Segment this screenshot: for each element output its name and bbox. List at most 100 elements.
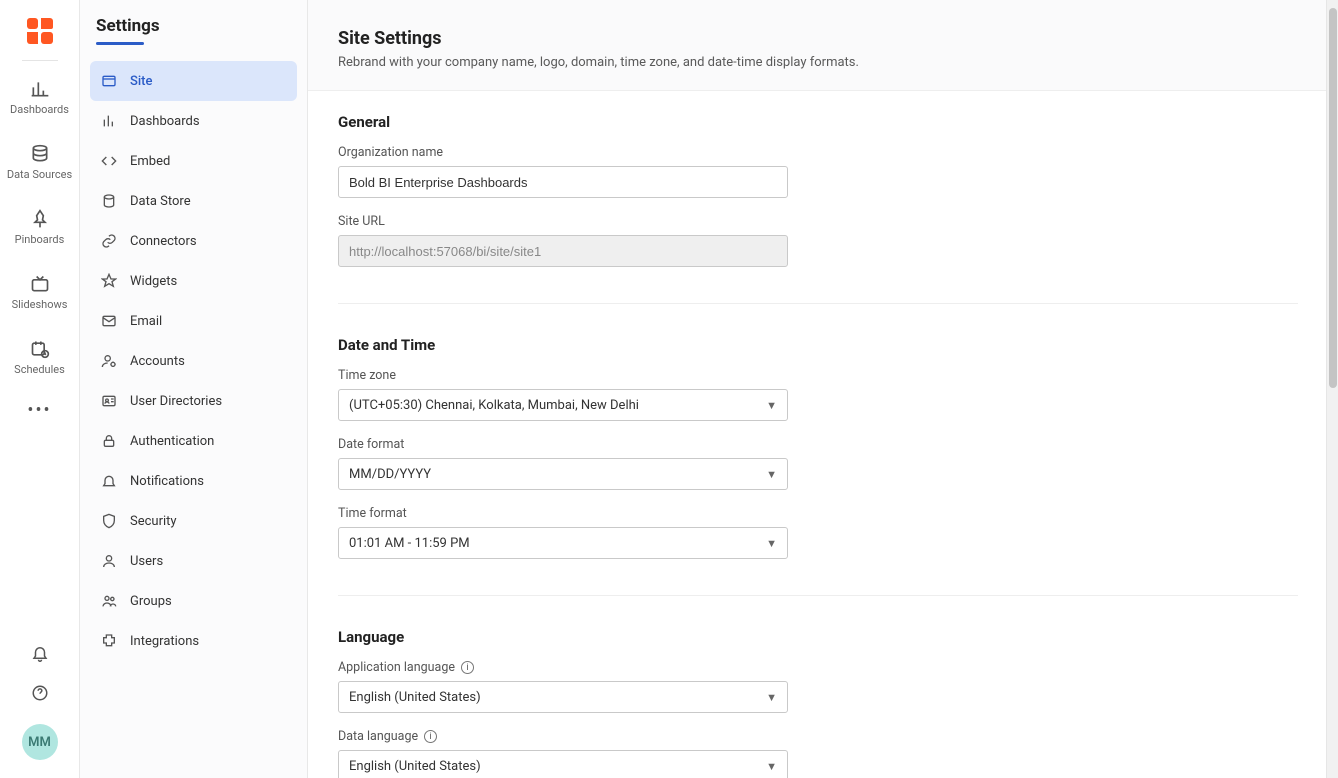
shield-icon bbox=[100, 513, 118, 529]
info-icon[interactable]: i bbox=[424, 730, 437, 743]
rail-item-dashboards[interactable]: Dashboards bbox=[0, 75, 79, 120]
help-icon[interactable] bbox=[31, 684, 49, 706]
label-text: Application language bbox=[338, 660, 455, 675]
user-icon bbox=[100, 553, 118, 569]
subnav-item-label: Email bbox=[130, 314, 162, 329]
date-format-select[interactable]: MM/DD/YYYY ▼ bbox=[338, 458, 788, 490]
rail-item-label: Slideshows bbox=[12, 298, 68, 311]
user-avatar[interactable]: MM bbox=[22, 724, 58, 760]
label-text: Data language bbox=[338, 729, 418, 744]
rail-item-slideshows[interactable]: Slideshows bbox=[0, 270, 79, 315]
link-icon bbox=[100, 233, 118, 249]
page-subtitle: Rebrand with your company name, logo, do… bbox=[338, 55, 1296, 70]
subnav-item-label: Authentication bbox=[130, 434, 214, 449]
subnav-item-groups[interactable]: Groups bbox=[90, 581, 297, 621]
rail-item-pinboards[interactable]: Pinboards bbox=[0, 205, 79, 250]
subnav-item-site[interactable]: Site bbox=[90, 61, 297, 101]
subnav-item-embed[interactable]: Embed bbox=[90, 141, 297, 181]
star-icon bbox=[100, 273, 118, 289]
subnav-item-users[interactable]: Users bbox=[90, 541, 297, 581]
section-heading: Date and Time bbox=[338, 336, 1296, 354]
database-icon bbox=[30, 144, 50, 164]
more-icon[interactable]: ••• bbox=[27, 400, 51, 421]
pin-icon bbox=[30, 209, 50, 229]
field-label-timefmt: Time format bbox=[338, 506, 1296, 521]
field-label-applang: Application language i bbox=[338, 660, 1296, 675]
select-value: MM/DD/YYYY bbox=[349, 467, 431, 482]
select-value: (UTC+05:30) Chennai, Kolkata, Mumbai, Ne… bbox=[349, 398, 639, 413]
time-format-select[interactable]: 01:01 AM - 11:59 PM ▼ bbox=[338, 527, 788, 559]
subnav-item-widgets[interactable]: Widgets bbox=[90, 261, 297, 301]
subnav-underline bbox=[96, 42, 144, 45]
main-content: Site Settings Rebrand with your company … bbox=[308, 0, 1326, 778]
mail-icon bbox=[100, 313, 118, 329]
divider bbox=[338, 303, 1298, 304]
timezone-select[interactable]: (UTC+05:30) Chennai, Kolkata, Mumbai, Ne… bbox=[338, 389, 788, 421]
subnav-item-connectors[interactable]: Connectors bbox=[90, 221, 297, 261]
page-scrollbar[interactable] bbox=[1326, 0, 1338, 778]
field-label-datefmt: Date format bbox=[338, 437, 1296, 452]
field-label-url: Site URL bbox=[338, 214, 1296, 229]
subnav-item-label: User Directories bbox=[130, 394, 222, 409]
subnav-item-label: Accounts bbox=[130, 354, 185, 369]
subnav-item-user-directories[interactable]: User Directories bbox=[90, 381, 297, 421]
subnav-item-label: Security bbox=[130, 514, 177, 529]
field-label-tz: Time zone bbox=[338, 368, 1296, 383]
site-icon bbox=[100, 73, 118, 89]
address-card-icon bbox=[100, 393, 118, 409]
field-label-org: Organization name bbox=[338, 145, 1296, 160]
subnav-item-label: Groups bbox=[130, 594, 172, 609]
subnav-item-notifications[interactable]: Notifications bbox=[90, 461, 297, 501]
subnav-title: Settings bbox=[90, 16, 297, 40]
brand-logo-icon[interactable] bbox=[25, 16, 55, 46]
chevron-down-icon: ▼ bbox=[766, 691, 777, 704]
subnav-item-authentication[interactable]: Authentication bbox=[90, 421, 297, 461]
puzzle-icon bbox=[100, 633, 118, 649]
info-icon[interactable]: i bbox=[461, 661, 474, 674]
bell-icon bbox=[100, 473, 118, 489]
notifications-bell-icon[interactable] bbox=[31, 644, 49, 666]
section-heading: Language bbox=[338, 628, 1296, 646]
rail-item-label: Data Sources bbox=[7, 168, 72, 181]
chevron-down-icon: ▼ bbox=[766, 399, 777, 412]
lock-icon bbox=[100, 433, 118, 449]
rail-item-label: Schedules bbox=[14, 363, 65, 376]
subnav-item-integrations[interactable]: Integrations bbox=[90, 621, 297, 661]
subnav-item-label: Notifications bbox=[130, 474, 204, 489]
site-url-input bbox=[338, 235, 788, 267]
select-value: English (United States) bbox=[349, 690, 481, 705]
tv-icon bbox=[30, 274, 50, 294]
subnav-item-label: Connectors bbox=[130, 234, 197, 249]
bar-chart-icon bbox=[30, 79, 50, 99]
subnav-item-email[interactable]: Email bbox=[90, 301, 297, 341]
page-header: Site Settings Rebrand with your company … bbox=[308, 0, 1326, 91]
subnav-item-label: Data Store bbox=[130, 194, 191, 209]
scrollbar-thumb[interactable] bbox=[1329, 8, 1337, 388]
page-title: Site Settings bbox=[338, 28, 1296, 49]
org-name-input[interactable] bbox=[338, 166, 788, 198]
divider bbox=[338, 595, 1298, 596]
chevron-down-icon: ▼ bbox=[766, 537, 777, 550]
chevron-down-icon: ▼ bbox=[766, 760, 777, 773]
subnav-item-label: Dashboards bbox=[130, 114, 200, 129]
app-language-select[interactable]: English (United States) ▼ bbox=[338, 681, 788, 713]
subnav-item-accounts[interactable]: Accounts bbox=[90, 341, 297, 381]
subnav-item-dashboards[interactable]: Dashboards bbox=[90, 101, 297, 141]
bar-chart-icon bbox=[100, 113, 118, 129]
subnav-item-security[interactable]: Security bbox=[90, 501, 297, 541]
left-rail: Dashboards Data Sources Pinboards Slides… bbox=[0, 0, 80, 778]
users-icon bbox=[100, 593, 118, 609]
calendar-clock-icon bbox=[30, 339, 50, 359]
rail-item-label: Pinboards bbox=[15, 233, 65, 246]
section-general: General Organization name Site URL bbox=[308, 91, 1326, 293]
field-label-datalang: Data language i bbox=[338, 729, 1296, 744]
data-language-select[interactable]: English (United States) ▼ bbox=[338, 750, 788, 778]
rail-item-data-sources[interactable]: Data Sources bbox=[0, 140, 79, 185]
database-icon bbox=[100, 193, 118, 209]
rail-item-schedules[interactable]: Schedules bbox=[0, 335, 79, 380]
code-icon bbox=[100, 153, 118, 169]
subnav-item-data-store[interactable]: Data Store bbox=[90, 181, 297, 221]
user-gear-icon bbox=[100, 353, 118, 369]
section-language: Language Application language i English … bbox=[308, 606, 1326, 778]
subnav-item-label: Integrations bbox=[130, 634, 199, 649]
